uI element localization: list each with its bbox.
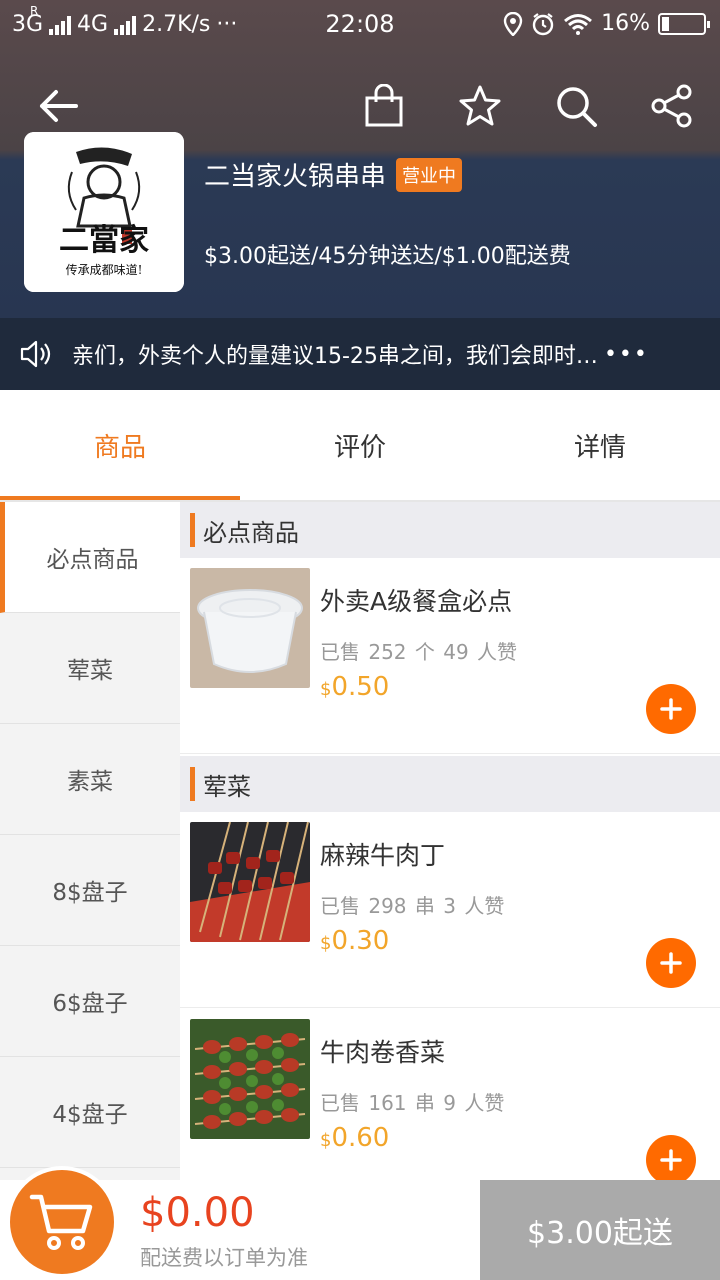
- cart-bar: $0.00 配送费以订单为准 $3.00起送: [0, 1166, 720, 1280]
- section-title: 荤菜: [203, 772, 251, 801]
- category-4-plate[interactable]: 4$盘子: [0, 1057, 180, 1168]
- category-6-plate[interactable]: 6$盘子: [0, 946, 180, 1057]
- category-8-plate[interactable]: 8$盘子: [0, 835, 180, 946]
- search-icon[interactable]: [550, 80, 602, 132]
- product-price: $0.50: [320, 672, 389, 702]
- section-title: 必点商品: [203, 518, 299, 547]
- product-image[interactable]: [190, 822, 310, 942]
- delivery-fee-note: 配送费以订单为准: [140, 1246, 308, 1270]
- price-value: 0.50: [331, 672, 390, 702]
- product-name: 麻辣牛肉丁: [320, 841, 446, 870]
- product-image[interactable]: [190, 1019, 310, 1139]
- shop-name: 二当家火锅串串: [204, 162, 387, 192]
- shopping-bag-icon[interactable]: [358, 80, 410, 132]
- plus-icon: [660, 1149, 682, 1171]
- cart-total: $0.00: [140, 1190, 255, 1236]
- alarm-icon: [532, 12, 554, 35]
- price-value: 0.30: [331, 926, 390, 956]
- active-tab-indicator: [0, 496, 240, 500]
- add-to-cart-button[interactable]: [646, 684, 696, 734]
- product-price: $0.60: [320, 1123, 389, 1153]
- more-icon[interactable]: •••: [604, 342, 649, 367]
- share-icon[interactable]: [646, 80, 698, 132]
- add-to-cart-button[interactable]: [646, 938, 696, 988]
- product-name: 外卖A级餐盒必点: [320, 587, 513, 616]
- section-marker: [190, 513, 195, 547]
- product-item[interactable]: 麻辣牛肉丁 已售 298 串 3 人赞 $0.30: [180, 812, 720, 1008]
- logo-slogan: 传承成都味道!: [66, 262, 143, 277]
- checkout-button[interactable]: $3.00起送: [480, 1180, 720, 1280]
- product-sales: 已售 161 串 9 人赞: [320, 1091, 505, 1115]
- price-currency: $: [320, 679, 332, 700]
- shopping-cart-icon: [29, 1194, 93, 1250]
- logo-text: 二當家: [59, 223, 149, 258]
- product-sales: 已售 252 个 49 人赞: [320, 640, 518, 664]
- product-item[interactable]: 牛肉卷香菜 已售 161 串 9 人赞 $0.60: [180, 1009, 720, 1180]
- status-bar: 3G R 4G 2.7K/s ··· 22:08 16%: [0, 0, 720, 50]
- cart-button[interactable]: [6, 1166, 118, 1278]
- category-meat[interactable]: 荤菜: [0, 613, 180, 724]
- price-value: 0.60: [331, 1123, 390, 1153]
- section-marker: [190, 767, 195, 801]
- tab-reviews[interactable]: 评价: [240, 390, 480, 500]
- back-icon[interactable]: [32, 80, 84, 132]
- tab-products[interactable]: 商品: [0, 390, 240, 500]
- shop-delivery-info: $3.00起送/45分钟送达/$1.00配送费: [204, 244, 571, 269]
- product-sales: 已售 298 串 3 人赞: [320, 894, 505, 918]
- category-sidebar: 必点商品 荤菜 素菜 8$盘子 6$盘子 4$盘子: [0, 502, 180, 1180]
- section-header: 荤菜: [180, 756, 720, 812]
- tab-bar: 商品 评价 详情: [0, 390, 720, 502]
- product-price: $0.30: [320, 926, 389, 956]
- favorite-star-icon[interactable]: [454, 80, 506, 132]
- category-must-order[interactable]: 必点商品: [0, 502, 180, 613]
- shop-logo: 二當家 传承成都味道!: [24, 132, 184, 292]
- announcement-bar[interactable]: 亲们，外卖个人的量建议15-25串之间，我们会即时… •••: [0, 318, 720, 390]
- price-currency: $: [320, 933, 332, 954]
- shop-header: 3G R 4G 2.7K/s ··· 22:08 16% 二當家 传承成都味道!…: [0, 0, 720, 318]
- battery-icon: [658, 12, 710, 35]
- speaker-icon: [20, 340, 51, 368]
- price-currency: $: [320, 1130, 332, 1151]
- section-header: 必点商品: [180, 502, 720, 558]
- plus-icon: [660, 952, 682, 974]
- location-icon: [503, 11, 523, 36]
- category-vegetable[interactable]: 素菜: [0, 724, 180, 835]
- shop-title: 二当家火锅串串 营业中: [204, 156, 463, 193]
- announcement-text: 亲们，外卖个人的量建议15-25串之间，我们会即时…: [72, 344, 598, 369]
- status-right: 16%: [503, 11, 710, 36]
- product-list[interactable]: 必点商品 外卖A级餐盒必点 已售 252 个 49 人赞 $0.50 荤菜 麻辣…: [180, 502, 720, 1180]
- tab-details[interactable]: 详情: [480, 390, 720, 500]
- status-badge: 营业中: [396, 157, 463, 192]
- battery-percent: 16%: [601, 11, 650, 36]
- wifi-icon: [564, 13, 593, 35]
- add-to-cart-button[interactable]: [646, 1135, 696, 1180]
- product-image[interactable]: [190, 568, 310, 688]
- plus-icon: [660, 698, 682, 720]
- product-name: 牛肉卷香菜: [320, 1038, 446, 1067]
- product-item[interactable]: 外卖A级餐盒必点 已售 252 个 49 人赞 $0.50: [180, 558, 720, 754]
